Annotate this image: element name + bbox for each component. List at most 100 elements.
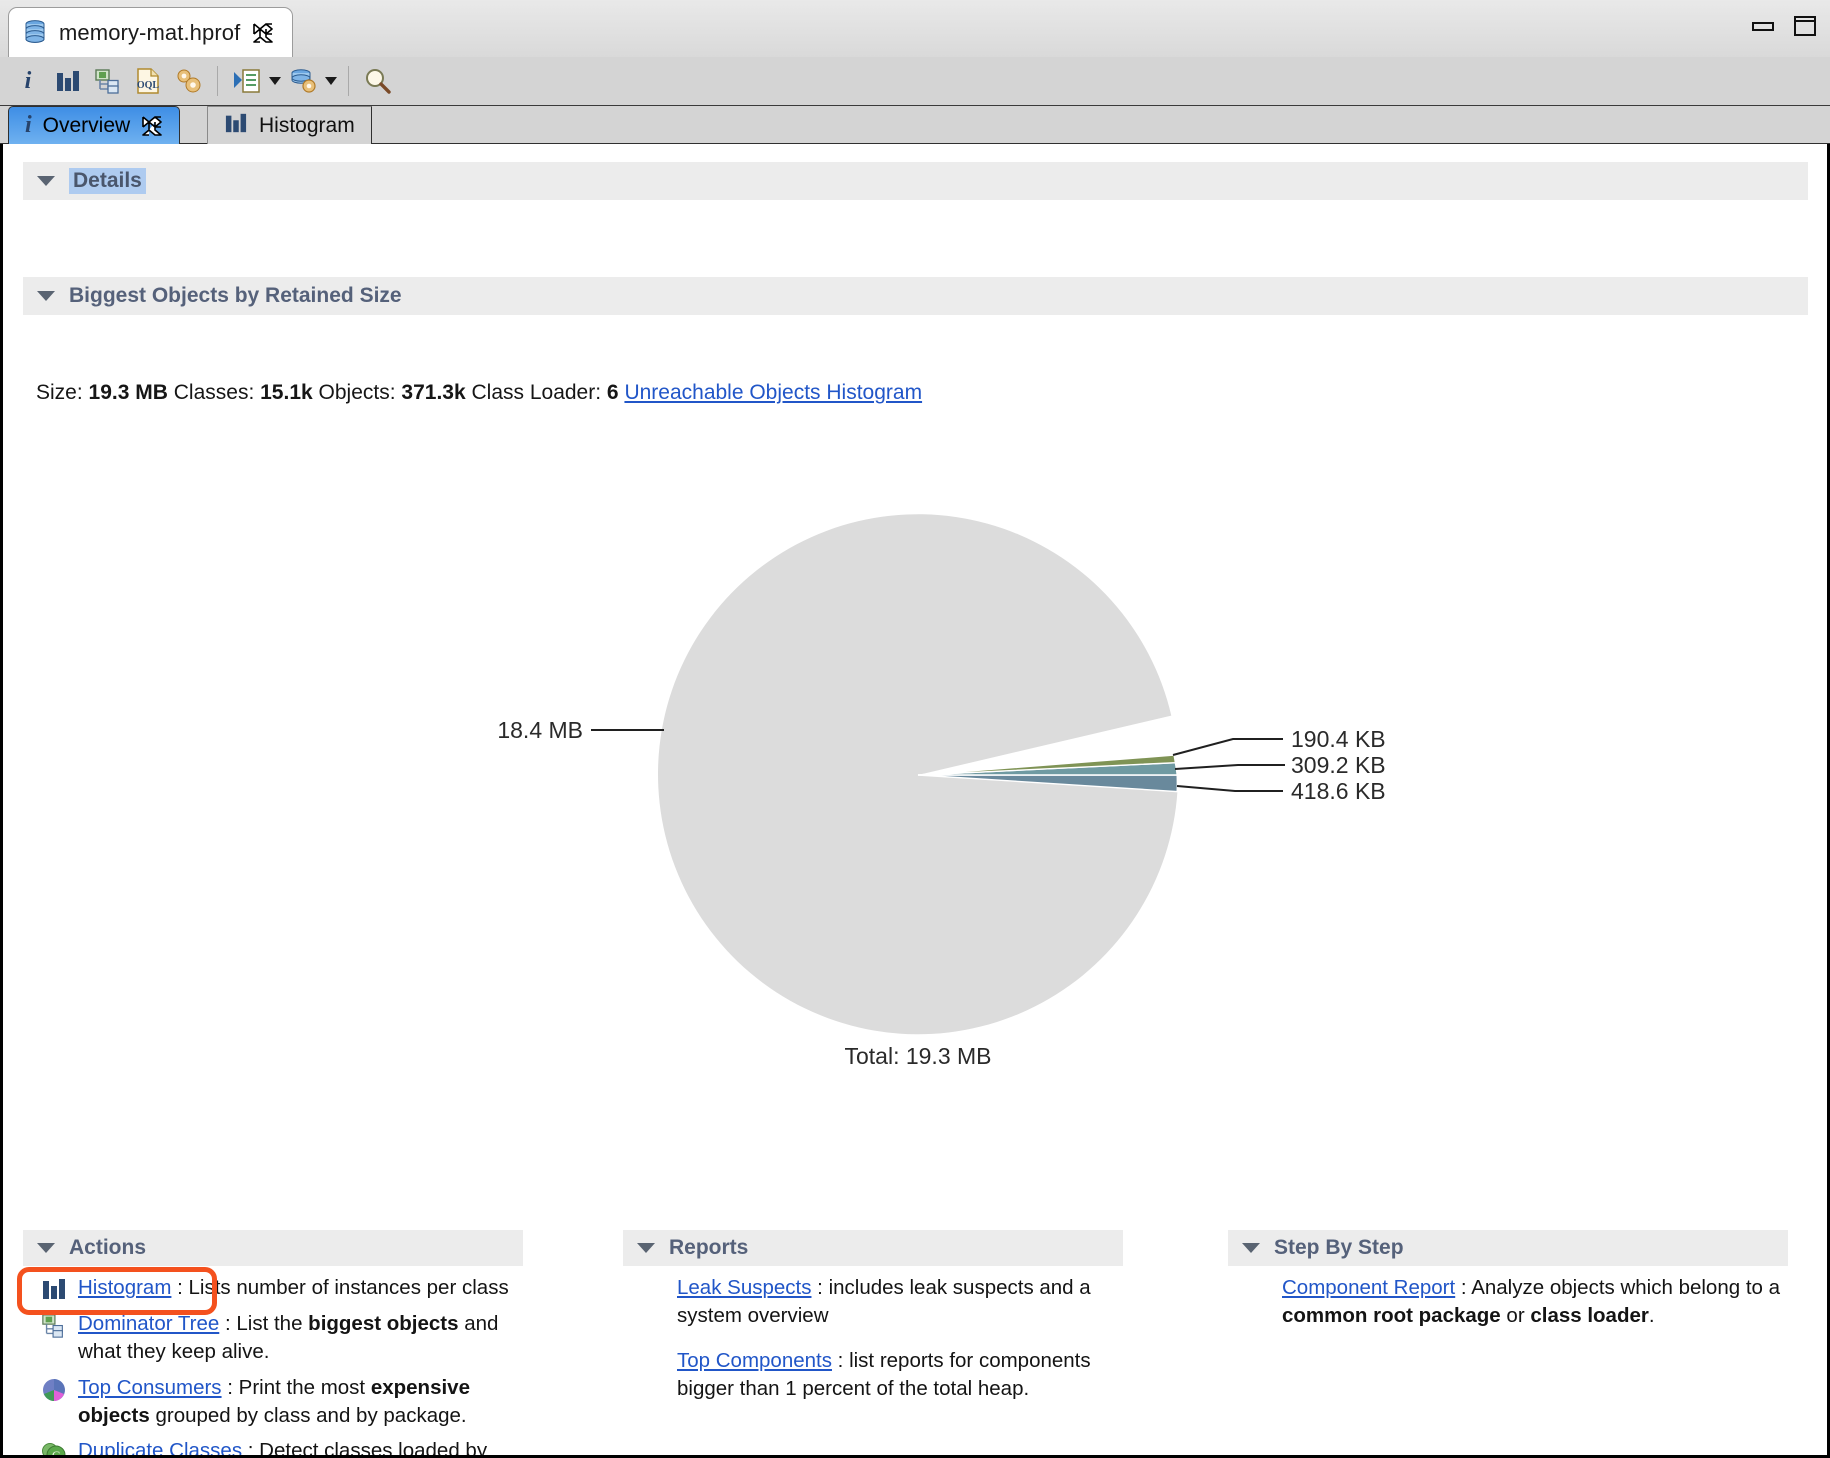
step-by-step-list: Component Report : Analyze objects which… [1282, 1274, 1792, 1331]
collapse-triangle-icon[interactable] [37, 291, 55, 301]
desc-2: or [1500, 1304, 1531, 1328]
tab-histogram-label: Histogram [259, 113, 355, 137]
tab-overview[interactable]: i Overview [8, 106, 181, 144]
details-classes-label: Classes: [173, 381, 255, 404]
pie-leader-line-2 [1174, 764, 1285, 770]
main-toolbar: i OQL [0, 57, 1830, 106]
run-expert-system-test-icon[interactable] [227, 61, 267, 101]
sep: : [242, 1439, 260, 1458]
pie-total-label: Total: 19.3 MB [844, 1043, 991, 1069]
dominator-tree-icon [41, 1313, 67, 1339]
pie-leader-line-3 [1176, 785, 1283, 792]
toolbar-separator-2 [348, 66, 349, 96]
pie-label-418-6-kb: 418.6 KB [1291, 778, 1386, 804]
section-header-biggest-objects[interactable]: Biggest Objects by Retained Size [23, 277, 1808, 315]
action-text-top-consumers: Top Consumers : Print the most expensive… [78, 1374, 531, 1431]
section-header-reports[interactable]: Reports [623, 1230, 1123, 1266]
pie-leader-line-1 [1172, 738, 1283, 756]
database-icon [23, 19, 47, 46]
section-title-reports: Reports [669, 1236, 749, 1259]
collapse-triangle-icon[interactable] [1242, 1243, 1260, 1253]
run-expert-dropdown-chevron-down-icon[interactable] [267, 61, 283, 101]
histogram-icon [41, 1277, 67, 1303]
action-item-duplicate-classes[interactable]: C Duplicate Classes : Detect classes loa… [41, 1437, 531, 1458]
desc-1: Analyze objects which belong to a [1471, 1276, 1781, 1299]
duplicate-classes-link[interactable]: Duplicate Classes [78, 1439, 242, 1455]
calculate-retained-size-icon[interactable] [168, 61, 208, 101]
query-browser-dropdown-chevron-down-icon[interactable] [323, 61, 339, 101]
pie-label-190-4-kb: 190.4 KB [1291, 726, 1386, 752]
action-text-histogram: Histogram : Lists number of instances pe… [78, 1274, 509, 1302]
sep: : [1455, 1276, 1472, 1299]
histogram-icon [224, 112, 248, 140]
duplicate-classes-icon: C [41, 1440, 67, 1458]
editor-tab-strip: i Overview Histogram [0, 106, 1830, 144]
action-text-duplicate-classes: Duplicate Classes : Detect classes loade… [78, 1437, 531, 1458]
desc-1: Print the most [238, 1375, 371, 1399]
section-title-step-by-step: Step By Step [1274, 1236, 1404, 1259]
close-x-icon[interactable] [252, 22, 274, 44]
collapse-triangle-icon[interactable] [37, 176, 55, 186]
details-classloader-label: Class Loader: [471, 381, 602, 404]
sep: : [221, 1375, 239, 1399]
svg-text:C: C [52, 1449, 60, 1458]
action-item-top-consumers[interactable]: Top Consumers : Print the most expensive… [41, 1374, 531, 1431]
leak-suspects-link[interactable]: Leak Suspects [677, 1276, 811, 1299]
file-tab-memory-mat-hprof[interactable]: memory-mat.hprof [8, 7, 294, 57]
desc-bold-2: class loader [1530, 1304, 1649, 1328]
details-size-value: 19.3 MB [88, 381, 168, 404]
step-item-component-report[interactable]: Component Report : Analyze objects which… [1282, 1274, 1792, 1331]
details-classloader-value: 6 [606, 381, 619, 404]
desc-bold-1: common root package [1282, 1304, 1501, 1328]
dominator-tree-link[interactable]: Dominator Tree [78, 1312, 219, 1335]
component-report-link[interactable]: Component Report [1282, 1276, 1455, 1299]
histogram-icon[interactable] [48, 61, 88, 101]
sep: : [171, 1276, 189, 1299]
action-item-dominator-tree[interactable]: Dominator Tree : List the biggest object… [41, 1310, 531, 1367]
title-bar: memory-mat.hprof [0, 0, 1830, 58]
section-title-details: Details [69, 168, 146, 194]
pie-label-18-4-mb: 18.4 MB [497, 717, 583, 743]
details-stats-line: Size: 19.3 MB Classes: 15.1k Objects: 37… [36, 381, 922, 405]
desc-2: grouped by class and by package. [149, 1403, 467, 1427]
report-item-top-components[interactable]: Top Components : list reports for compon… [677, 1347, 1147, 1404]
overview-content-pane: Details Size: 19.3 MB Classes: 15.1k Obj… [0, 144, 1830, 1458]
retained-size-pie-chart: 18.4 MB 190.4 KB 309.2 KB 418.6 KB Total… [23, 464, 1808, 1084]
top-components-link[interactable]: Top Components [677, 1349, 832, 1372]
reports-list: Leak Suspects : includes leak suspects a… [677, 1274, 1147, 1419]
sep: : [831, 1348, 850, 1372]
maximize-button[interactable] [1794, 16, 1816, 36]
query-browser-icon[interactable] [283, 61, 323, 101]
overview-info-icon[interactable]: i [8, 61, 48, 101]
tab-histogram[interactable]: Histogram [207, 106, 372, 144]
find-object-icon[interactable] [358, 61, 398, 101]
desc-3: . [1648, 1304, 1655, 1328]
details-objects-label: Objects: [318, 381, 396, 404]
section-title-biggest-objects: Biggest Objects by Retained Size [69, 284, 402, 307]
top-consumers-link[interactable]: Top Consumers [78, 1376, 222, 1399]
application-window: memory-mat.hprof i OQL i Overview Histog… [0, 0, 1830, 1458]
unreachable-objects-histogram-link[interactable]: Unreachable Objects Histogram [624, 381, 922, 404]
histogram-link[interactable]: Histogram [78, 1276, 171, 1299]
collapse-triangle-icon[interactable] [37, 1243, 55, 1253]
desc-bold: biggest objects [308, 1312, 459, 1335]
section-header-step-by-step[interactable]: Step By Step [1228, 1230, 1788, 1266]
section-title-actions: Actions [69, 1236, 147, 1259]
section-header-details[interactable]: Details [23, 162, 1808, 200]
minimize-button[interactable] [1752, 21, 1774, 31]
sep: : [219, 1312, 237, 1335]
report-item-leak-suspects[interactable]: Leak Suspects : includes leak suspects a… [677, 1274, 1147, 1331]
pie-label-309-2-kb: 309.2 KB [1291, 752, 1386, 778]
toolbar-separator [217, 66, 218, 96]
action-item-histogram[interactable]: Histogram : Lists number of instances pe… [41, 1274, 531, 1303]
details-size-label: Size: [36, 381, 83, 404]
top-consumers-icon [41, 1377, 67, 1403]
dominator-tree-icon[interactable] [88, 61, 128, 101]
tab-overview-close-icon[interactable] [141, 115, 163, 137]
section-header-actions[interactable]: Actions [23, 1230, 523, 1266]
tab-overview-label: Overview [42, 113, 131, 137]
collapse-triangle-icon[interactable] [637, 1243, 655, 1253]
info-icon: i [25, 112, 32, 138]
oql-icon[interactable]: OQL [128, 61, 168, 101]
action-text-dominator-tree: Dominator Tree : List the biggest object… [78, 1310, 531, 1367]
